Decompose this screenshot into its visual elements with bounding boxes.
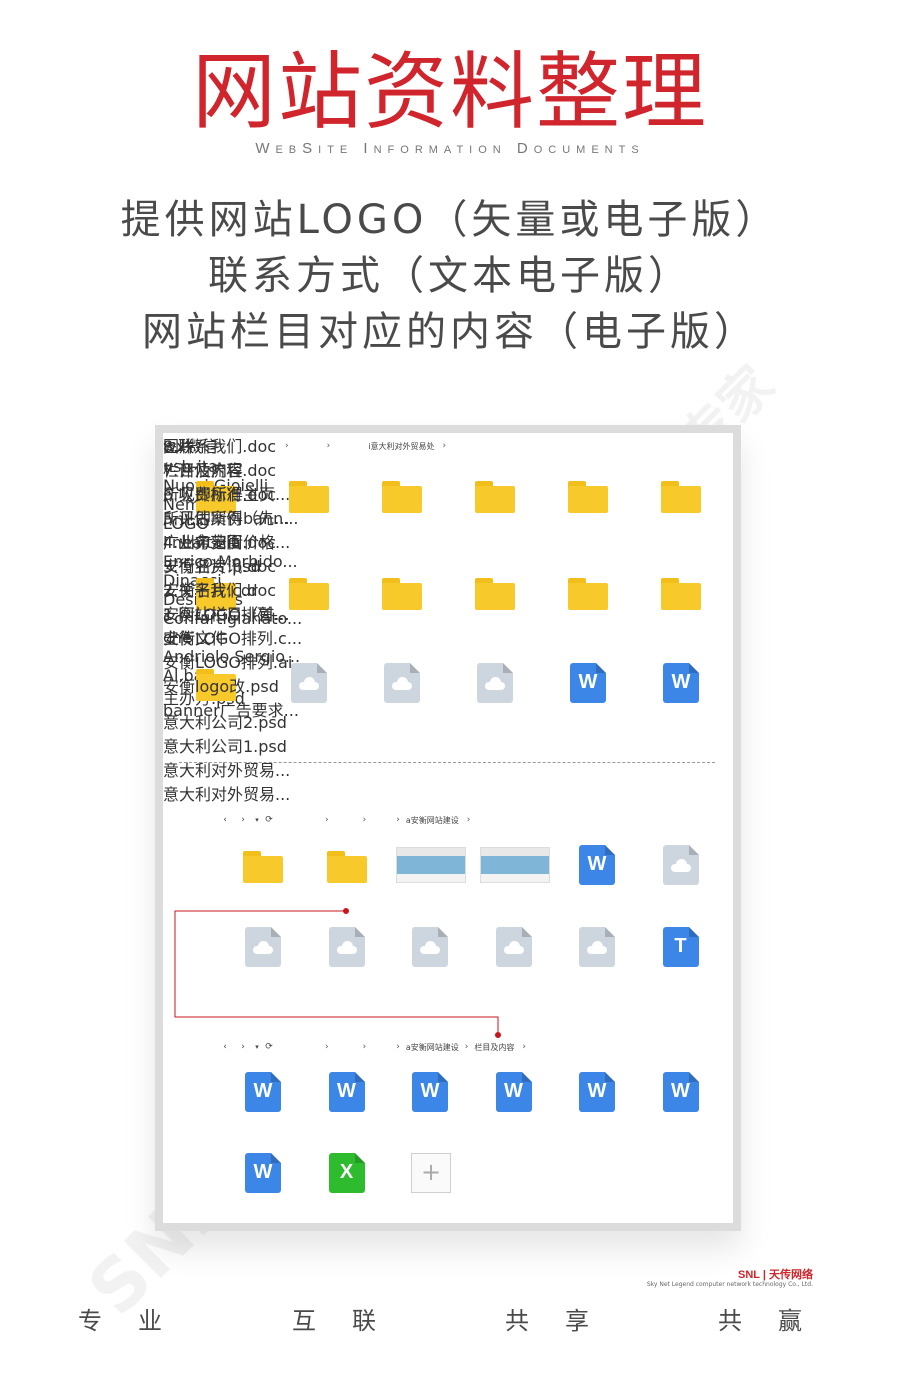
connector-line bbox=[174, 910, 499, 1035]
doc-glyph: W bbox=[671, 1080, 690, 1102]
file-name: 8.联系我们.doc bbox=[163, 437, 277, 456]
breadcrumb-separator: › bbox=[464, 1042, 469, 1052]
doc-glyph: W bbox=[587, 1080, 607, 1102]
breadcrumb-separator: › bbox=[325, 1042, 329, 1052]
word-doc-icon: W bbox=[412, 1072, 448, 1112]
doc-glyph: W bbox=[504, 1080, 523, 1102]
upload-plus-icon[interactable]: + bbox=[411, 1153, 451, 1193]
word-doc-icon: W bbox=[579, 1072, 615, 1112]
requirement-contact: 联系方式（文本电子版） bbox=[208, 253, 692, 299]
word-doc-icon: W bbox=[245, 1153, 281, 1193]
excel-doc-icon: X bbox=[328, 1153, 365, 1193]
doc-glyph: W bbox=[253, 1080, 273, 1102]
breadcrumb-parent[interactable]: a安衡网站建设 bbox=[406, 1042, 459, 1053]
plus-glyph: + bbox=[420, 1158, 442, 1186]
doc-glyph: W bbox=[253, 1161, 273, 1183]
file-name: 6.收费标准.doc bbox=[163, 485, 277, 504]
breadcrumb-current[interactable]: 栏目及内容 bbox=[474, 1042, 514, 1053]
refresh-button[interactable]: ⟳ bbox=[263, 1042, 275, 1052]
forward-button[interactable]: › bbox=[237, 1042, 249, 1052]
requirement-content: 网站栏目对应的内容（电子版） bbox=[142, 309, 758, 355]
page-title: 网站资料整理 bbox=[191, 43, 708, 141]
file-name: 4.业务范围.doc bbox=[163, 533, 277, 552]
file-explorer-panel: ‹ › ▾ ⟳ › › i意大利对外贸易处 › wx微信 usb-ita Nuovi… bbox=[163, 433, 733, 1223]
doc-glyph: W bbox=[420, 1080, 440, 1102]
breadcrumb-separator: › bbox=[362, 1042, 367, 1052]
slogan-4: 共赢 bbox=[718, 1307, 838, 1335]
file-name: 3.行业资讯.doc bbox=[163, 557, 277, 576]
doc-glyph: W bbox=[337, 1080, 356, 1102]
file-name: 1.网站栏目（首... bbox=[163, 605, 290, 624]
history-dropdown-icon[interactable]: ▾ bbox=[251, 1043, 263, 1051]
explorer3-navbar: ‹ › ▾ ⟳ › › › a安衡网站建设 › 栏目及内容 › bbox=[219, 1036, 526, 1058]
back-button[interactable]: ‹ bbox=[219, 1042, 231, 1052]
company-logo: SNL | 天传网络 bbox=[738, 1269, 813, 1281]
connector-dot bbox=[343, 908, 349, 914]
word-doc-icon: W bbox=[662, 1072, 699, 1112]
file-name: 上传文件 bbox=[163, 629, 228, 648]
file-name: 5.评估案例（先... bbox=[163, 509, 290, 528]
breadcrumb-separator: › bbox=[396, 1042, 400, 1052]
word-doc-icon: W bbox=[245, 1072, 281, 1112]
requirement-logo: 提供网站LOGO（矢量或电子版） bbox=[120, 197, 780, 243]
explorer3-grid: W 8.联系我们.doc W 7.评估流程.doc W 6.收费标准.doc W 5.评估案例… bbox=[163, 433, 699, 1193]
slogan-3: 共享 bbox=[505, 1307, 625, 1335]
slogan-2: 互联 bbox=[292, 1307, 412, 1335]
slogan-1: 专业 bbox=[78, 1307, 198, 1335]
company-tagline: Sky Net Legend computer network technolo… bbox=[646, 1281, 813, 1288]
page-subtitle: WebSite Information Documents bbox=[255, 140, 645, 157]
file-name: 2.关于我们.doc bbox=[163, 581, 277, 600]
doc-glyph: X bbox=[339, 1161, 354, 1183]
breadcrumb-separator: › bbox=[522, 1042, 526, 1052]
file-name: 7.评估流程.doc bbox=[163, 461, 277, 480]
word-doc-icon: W bbox=[328, 1072, 365, 1112]
word-doc-icon: W bbox=[495, 1072, 532, 1112]
